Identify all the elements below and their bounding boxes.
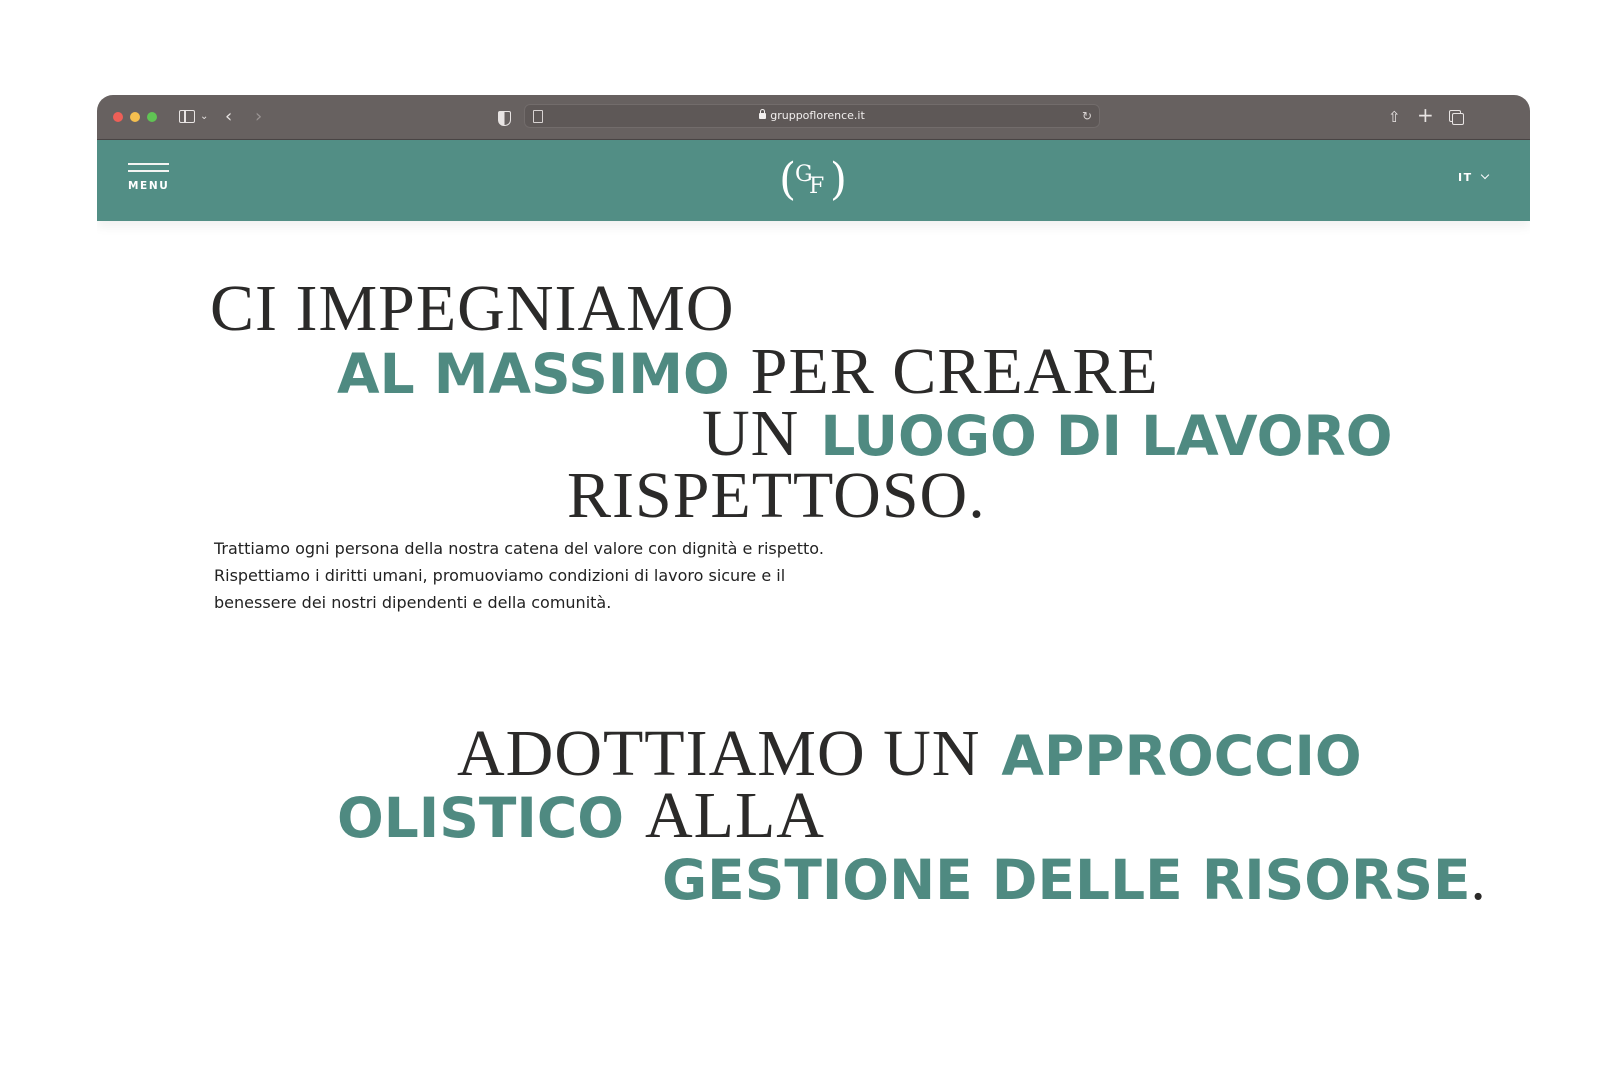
hero-line-1: CI IMPEGNIAMO xyxy=(210,272,735,345)
url-text: gruppoflorence.it xyxy=(770,109,865,122)
site-header: MENU ( G F ) IT xyxy=(97,140,1530,221)
language-label: IT xyxy=(1458,171,1473,184)
browser-window: ⌄ ‹ › gruppoflorence.it ↻ ⇧ + MENU ( G F… xyxy=(97,95,1530,1055)
hero-line-2: AL MASSIMO PER CREARE xyxy=(337,335,1159,408)
sidebar-icon[interactable] xyxy=(179,110,195,123)
language-selector[interactable]: IT xyxy=(1458,170,1489,184)
lock-icon xyxy=(759,109,767,119)
zoom-window-dot[interactable] xyxy=(147,112,157,122)
section2-line-1: ADOTTIAMO UN APPROCCIO xyxy=(457,717,1362,790)
hamburger-icon xyxy=(128,170,169,172)
back-icon[interactable]: ‹ xyxy=(225,107,232,127)
address-bar[interactable]: gruppoflorence.it ↻ xyxy=(524,104,1100,128)
close-window-dot[interactable] xyxy=(113,112,123,122)
section2-line-3: GESTIONE DELLE RISORSE. xyxy=(662,846,1486,912)
menu-label: MENU xyxy=(128,180,170,192)
minimize-window-dot[interactable] xyxy=(130,112,140,122)
hamburger-icon xyxy=(128,163,169,165)
tab-overview-icon[interactable] xyxy=(1449,110,1464,125)
menu-button[interactable]: MENU xyxy=(128,163,170,199)
new-tab-plus-icon[interactable]: + xyxy=(1417,105,1434,125)
privacy-shield-icon[interactable] xyxy=(498,111,511,126)
hero-paragraph: Trattiamo ogni persona della nostra cate… xyxy=(214,539,824,612)
section2-line-2: OLISTICO ALLA xyxy=(337,779,825,852)
hero-line-4: RISPETTOSO. xyxy=(567,459,986,532)
chevron-down-icon xyxy=(1480,170,1489,180)
forward-icon[interactable]: › xyxy=(255,107,262,127)
hero-line-3: UN LUOGO DI LAVORO xyxy=(702,397,1393,470)
chevron-down-icon[interactable]: ⌄ xyxy=(200,107,208,127)
reload-icon[interactable]: ↻ xyxy=(1082,104,1092,128)
browser-toolbar: ⌄ ‹ › gruppoflorence.it ↻ ⇧ + xyxy=(97,95,1530,140)
url-display[interactable]: gruppoflorence.it xyxy=(524,104,1100,128)
share-icon[interactable]: ⇧ xyxy=(1388,107,1401,127)
site-logo[interactable]: ( G F ) xyxy=(779,154,847,208)
